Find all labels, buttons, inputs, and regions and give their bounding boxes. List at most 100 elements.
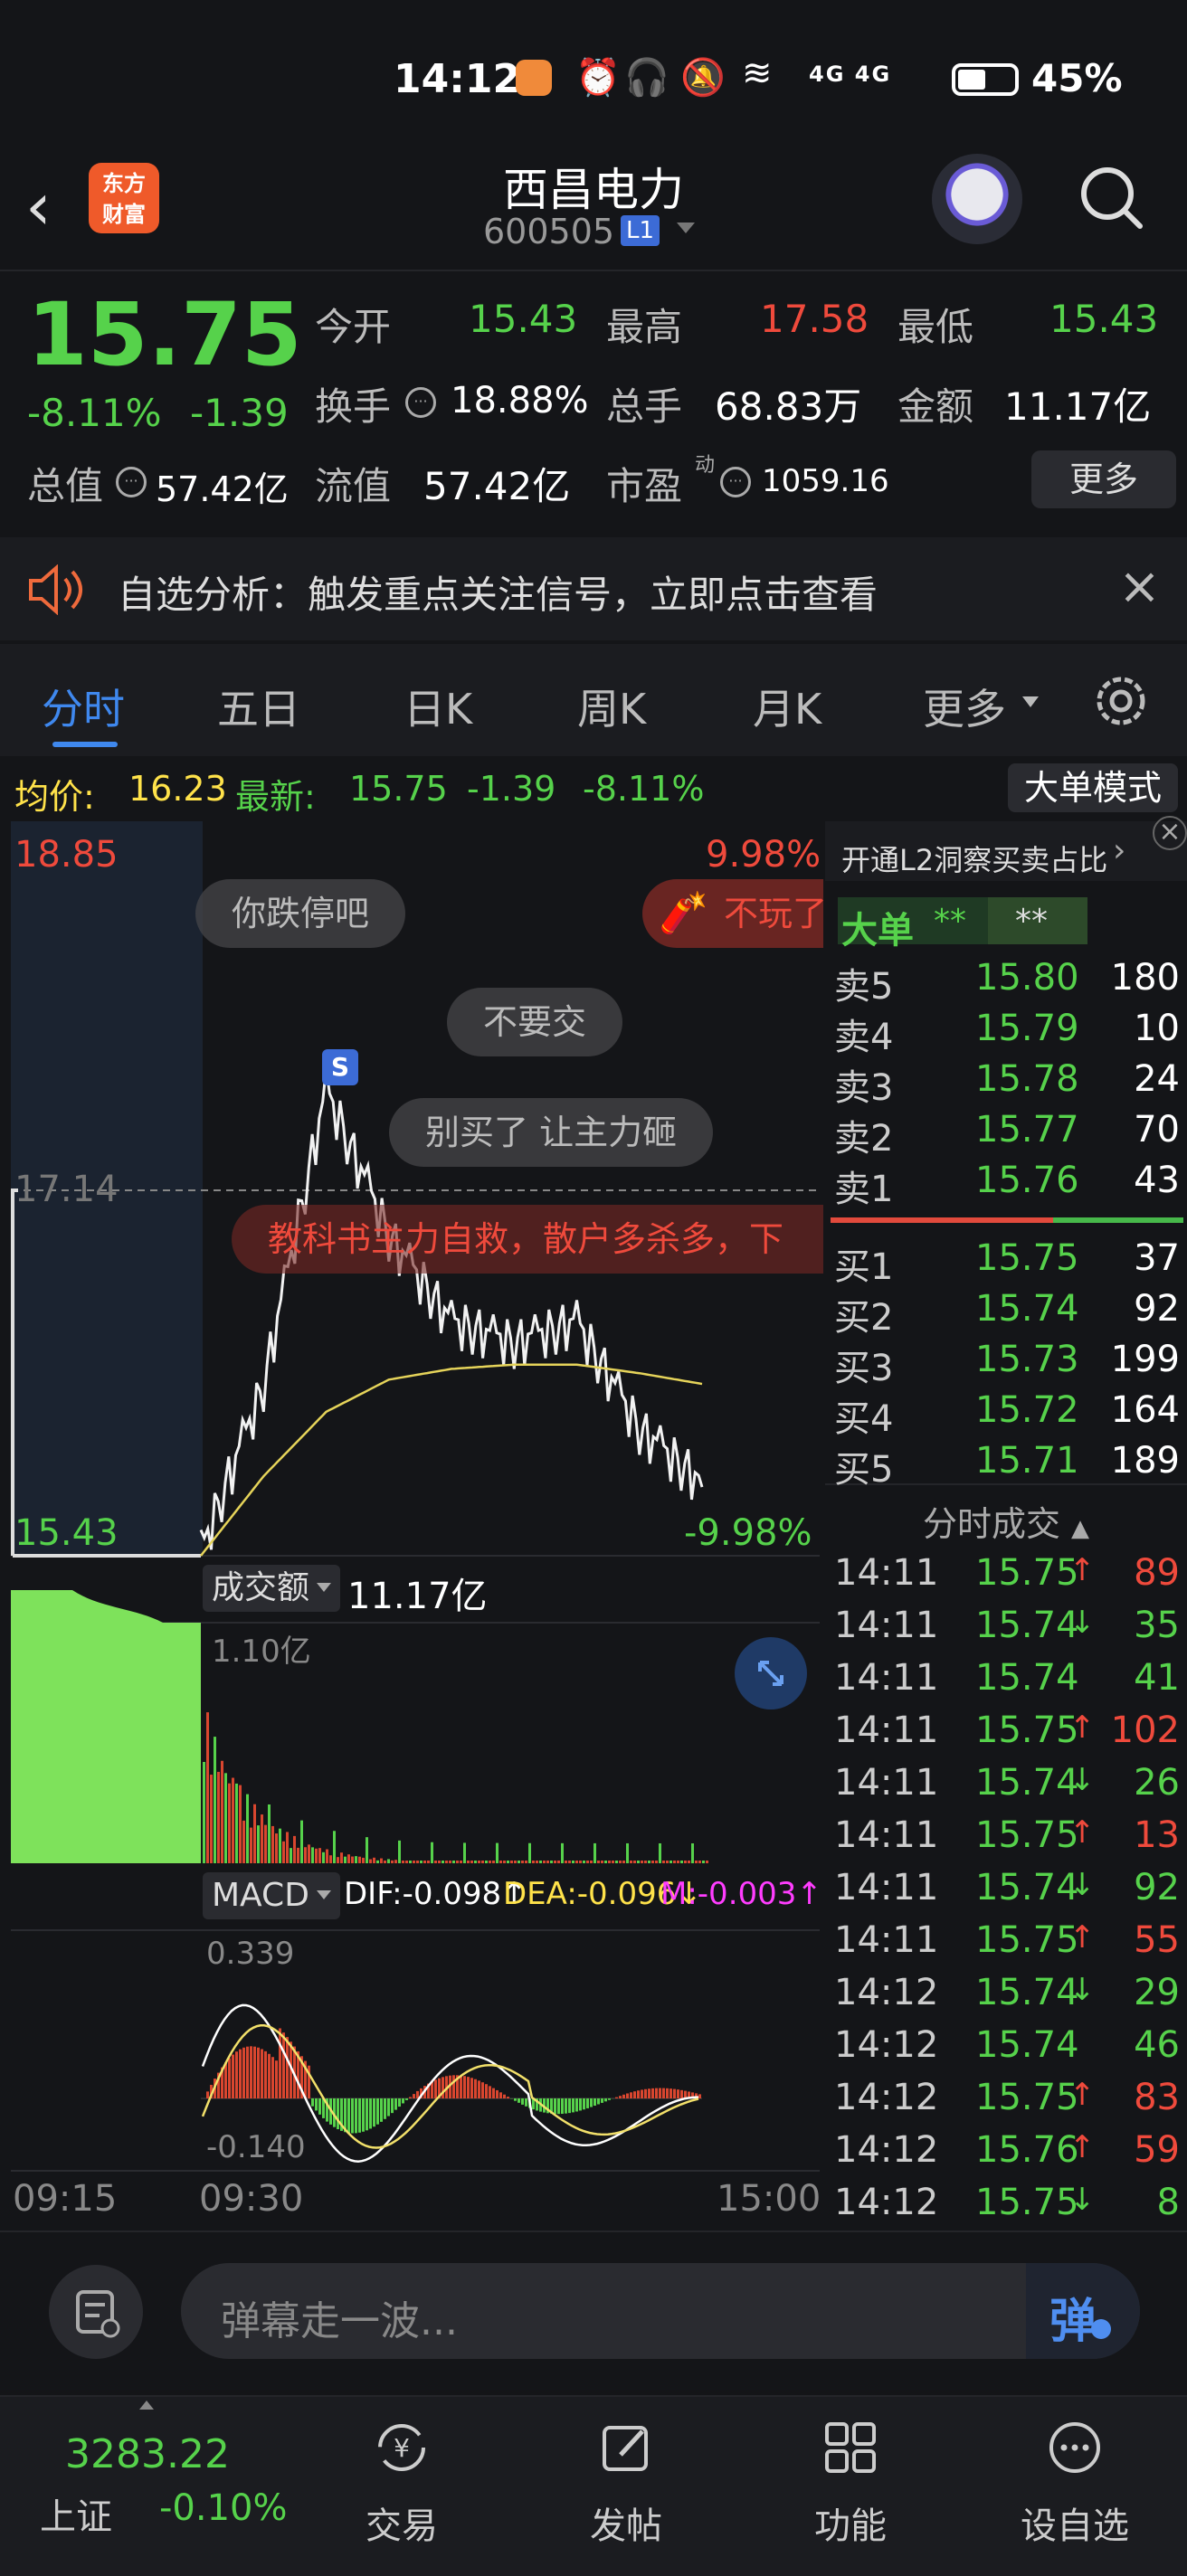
alert-banner[interactable]: 自选分析：触发重点关注信号，立即点击查看 × bbox=[0, 537, 1187, 640]
orderbook-row-ask[interactable]: 卖5 15.80 180 bbox=[825, 957, 1187, 1008]
tick-direction: ↑ bbox=[1069, 1814, 1096, 1851]
nav-add-watchlist[interactable]: 设自选 bbox=[984, 2397, 1165, 2576]
tick-volume: 92 bbox=[1134, 1867, 1180, 1908]
orderbook-row-bid[interactable]: 买3 15.73 199 bbox=[825, 1339, 1187, 1389]
tab-more[interactable]: 更多 bbox=[923, 677, 1006, 736]
macd-bar bbox=[478, 2080, 480, 2098]
orderbook-row-ask[interactable]: 卖3 15.78 24 bbox=[825, 1058, 1187, 1109]
tab-weekly[interactable]: 周K bbox=[577, 677, 646, 736]
orderbook-row-ask[interactable]: 卖1 15.76 43 bbox=[825, 1160, 1187, 1210]
macd-bar bbox=[282, 2032, 285, 2098]
volume-bar bbox=[518, 1861, 520, 1863]
volume-bar bbox=[282, 1841, 285, 1863]
tick-time: 14:11 bbox=[834, 1657, 939, 1699]
tab-daily[interactable]: 日K bbox=[404, 677, 472, 736]
indicator-selector[interactable]: MACD bbox=[203, 1872, 340, 1919]
nav-functions[interactable]: 功能 bbox=[760, 2397, 941, 2576]
orderbook-price: 15.76 bbox=[975, 1160, 1079, 1201]
orderbook-row-ask[interactable]: 卖2 15.77 70 bbox=[825, 1109, 1187, 1160]
alert-text: 自选分析：触发重点关注信号，立即点击查看 bbox=[118, 573, 878, 617]
volume-bar bbox=[275, 1833, 278, 1863]
danmaku-toggle-icon[interactable] bbox=[49, 2265, 143, 2359]
volume-bar bbox=[366, 1837, 368, 1863]
macd-bar bbox=[416, 2090, 419, 2098]
robot-assistant-icon[interactable] bbox=[932, 154, 1022, 244]
big-order-mode-button[interactable]: 大单模式 bbox=[1008, 763, 1178, 812]
macd-bar bbox=[666, 2088, 669, 2098]
volume-bar bbox=[673, 1861, 676, 1863]
volume-bar bbox=[304, 1847, 307, 1863]
volume-selector[interactable]: 成交额 bbox=[203, 1565, 340, 1612]
orderbook-row-bid[interactable]: 买1 15.75 37 bbox=[825, 1237, 1187, 1288]
tick-price: 15.75 bbox=[975, 1814, 1079, 1856]
tick-volume: 83 bbox=[1134, 2077, 1180, 2118]
orderbook-level: 卖1 bbox=[834, 1169, 894, 1210]
danmaku-send-button[interactable]: 弹 bbox=[1026, 2263, 1140, 2359]
tick-volume: 35 bbox=[1134, 1605, 1180, 1646]
high-value: 17.58 bbox=[760, 297, 869, 341]
volume-bar bbox=[318, 1848, 321, 1863]
volume-bar bbox=[481, 1861, 484, 1863]
info-icon[interactable]: ··· bbox=[116, 467, 147, 497]
dif-value: DIF:-0.098↑ bbox=[344, 1876, 527, 1912]
close-icon[interactable]: × bbox=[1118, 557, 1161, 616]
intraday-chart-area[interactable]: 18.85 9.98% 17.14 15.43 -9.98% S 你跌停吧 不要… bbox=[0, 821, 823, 2232]
macd-bar bbox=[579, 2098, 582, 2111]
orderbook-row-bid[interactable]: 买4 15.72 164 bbox=[825, 1389, 1187, 1440]
macd-bar bbox=[347, 2098, 350, 2134]
volume-bar bbox=[394, 1860, 397, 1863]
danmaku-bar: 弹幕走一波... 弹 bbox=[0, 2232, 1187, 2395]
volume-bar bbox=[203, 1762, 205, 1863]
danmaku-input[interactable]: 弹幕走一波... 弹 bbox=[181, 2263, 1140, 2359]
macd-bar bbox=[394, 2098, 397, 2110]
close-icon[interactable]: × bbox=[1153, 816, 1187, 850]
tab-5day[interactable]: 五日 bbox=[217, 677, 300, 736]
ticks-header[interactable]: 分时成交 ▲ bbox=[825, 1496, 1187, 1546]
macd-bar bbox=[601, 2098, 603, 2103]
svg-text:¥: ¥ bbox=[394, 2433, 410, 2463]
macd-bar bbox=[264, 2050, 267, 2098]
grid-icon bbox=[825, 2422, 876, 2473]
tick-time: 14:11 bbox=[834, 1814, 939, 1856]
avg-value: 16.23 bbox=[128, 769, 227, 809]
tab-intraday[interactable]: 分时 bbox=[42, 677, 125, 736]
orderbook-qty: 92 bbox=[1134, 1288, 1180, 1330]
macd-bar bbox=[398, 2098, 401, 2107]
orderbook-row-bid[interactable]: 买5 15.71 189 bbox=[825, 1440, 1187, 1491]
check-icon bbox=[1091, 2319, 1111, 2339]
info-icon[interactable]: ··· bbox=[720, 467, 751, 497]
volume-bar bbox=[268, 1804, 271, 1863]
gear-icon[interactable] bbox=[1091, 671, 1151, 731]
index-ticker[interactable]: 3283.22 上证 -0.10% bbox=[0, 2397, 308, 2576]
macd-bar bbox=[355, 2098, 357, 2134]
macd-bar bbox=[677, 2089, 679, 2098]
chevron-down-icon bbox=[317, 1583, 331, 1592]
tab-monthly[interactable]: 月K bbox=[753, 677, 821, 736]
macd-bar bbox=[622, 2094, 625, 2098]
triangle-up-icon: ▲ bbox=[1071, 1515, 1090, 1542]
expand-icon[interactable] bbox=[735, 1637, 807, 1709]
l2-banner[interactable]: 开通L2洞察买卖占比 › × bbox=[825, 816, 1187, 881]
index-percent: -0.10% bbox=[159, 2487, 288, 2529]
info-icon[interactable]: ··· bbox=[405, 387, 436, 418]
macd-bar bbox=[673, 2088, 676, 2098]
volume-bar bbox=[470, 1861, 473, 1863]
more-button[interactable]: 更多 bbox=[1031, 450, 1176, 508]
nav-trade[interactable]: ¥ 交易 bbox=[311, 2397, 492, 2576]
macd-bar bbox=[474, 2079, 477, 2098]
search-icon[interactable] bbox=[1077, 163, 1145, 232]
dropdown-icon[interactable] bbox=[677, 223, 695, 233]
tick-volume: 102 bbox=[1110, 1709, 1180, 1751]
orderbook-row-ask[interactable]: 卖4 15.79 10 bbox=[825, 1008, 1187, 1058]
volume-bar bbox=[242, 1820, 245, 1863]
volume-bar bbox=[546, 1861, 549, 1863]
sell-marker[interactable]: S bbox=[322, 1049, 358, 1085]
volume-bar bbox=[590, 1861, 593, 1863]
macd-bar bbox=[463, 2076, 466, 2098]
orderbook-price: 15.75 bbox=[975, 1237, 1079, 1279]
orderbook-row-bid[interactable]: 买2 15.74 92 bbox=[825, 1288, 1187, 1339]
nav-post[interactable]: 发帖 bbox=[536, 2397, 717, 2576]
open-label: 今开 bbox=[315, 305, 392, 349]
macd-bar bbox=[518, 2098, 520, 2103]
volume-label: 成交额 bbox=[212, 1569, 310, 1606]
